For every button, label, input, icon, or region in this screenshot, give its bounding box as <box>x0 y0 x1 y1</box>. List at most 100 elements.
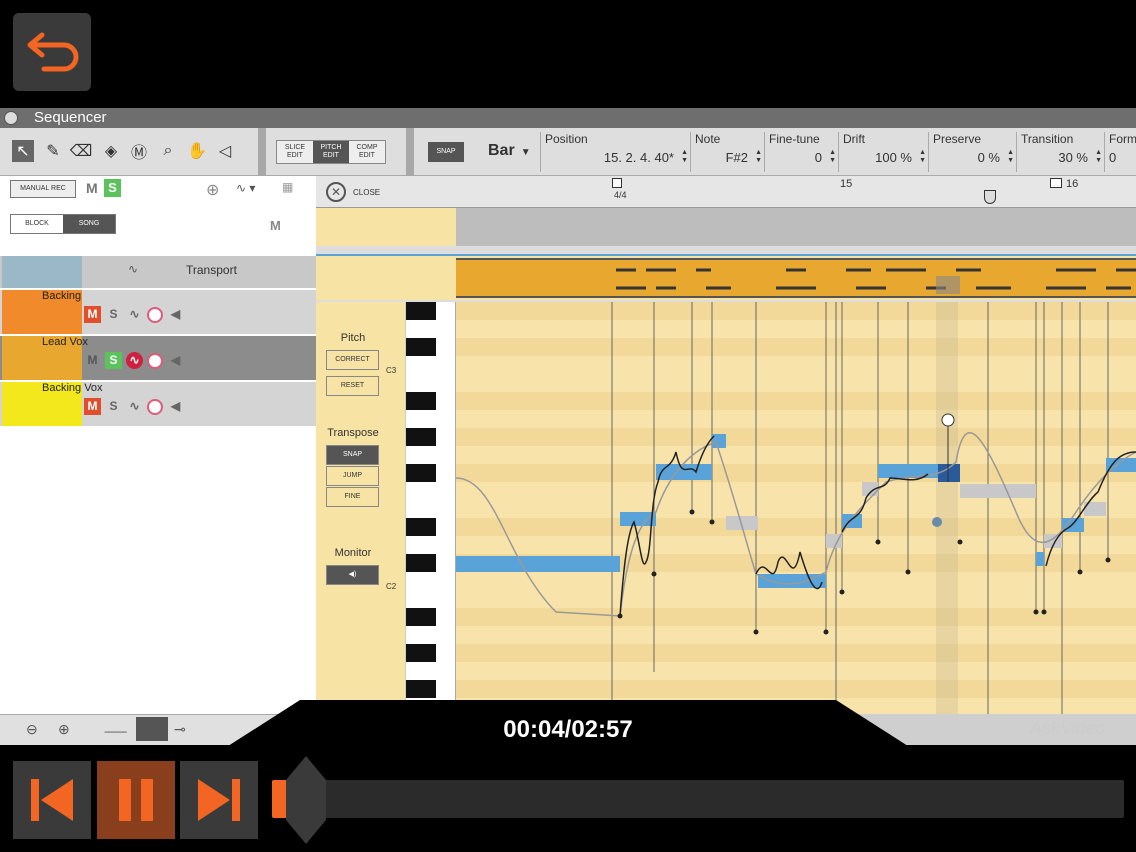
master-mute-button[interactable]: M <box>86 180 98 196</box>
skip-forward-button[interactable] <box>180 761 258 839</box>
track-row[interactable]: Lead Vox M S ∿ ◀ <box>0 336 316 380</box>
black-key[interactable] <box>406 392 436 410</box>
progress-bar[interactable] <box>272 780 1124 818</box>
speaker-icon[interactable]: ◀ <box>167 398 184 415</box>
black-key[interactable] <box>406 428 436 446</box>
mute-icon[interactable]: M <box>270 218 281 233</box>
param-label: Position <box>545 132 588 146</box>
waveform-overview-graphic <box>616 268 1136 294</box>
mute-tool-icon[interactable]: Ⓜ <box>128 140 150 162</box>
track-row[interactable]: Backing M S ∿ ◀ <box>0 290 316 334</box>
black-key[interactable] <box>406 518 436 536</box>
pencil-tool-icon[interactable]: ✎ <box>42 140 64 162</box>
transport-track[interactable]: ∿ Transport <box>0 256 316 288</box>
back-button[interactable] <box>13 13 91 91</box>
fine-button[interactable]: FINE <box>326 487 379 507</box>
note-param[interactable]: Note F#2 ▲ ▼ <box>690 132 764 172</box>
piano-keyboard[interactable] <box>406 302 456 714</box>
monitor-speaker-icon[interactable]: ◀) <box>326 565 379 585</box>
slice-edit-button[interactable]: SLICE EDIT <box>277 141 313 163</box>
waveform-large-icon[interactable]: ⊸ <box>174 721 186 738</box>
playhead-icon[interactable] <box>984 190 996 204</box>
black-key[interactable] <box>406 608 436 626</box>
correct-button[interactable]: CORRECT <box>326 350 379 370</box>
fine-tune-param[interactable]: Fine-tune 0 ▲ ▼ <box>764 132 838 172</box>
magnify-tool-icon[interactable]: ⌕ <box>157 140 179 162</box>
speaker-icon[interactable]: ◀ <box>167 352 184 369</box>
track-controls: M S ∿ ◀ <box>84 306 184 323</box>
arrow-tool-icon[interactable]: ↖ <box>12 140 34 162</box>
eraser-tool-icon[interactable]: ⌫ <box>70 140 93 162</box>
solo-button[interactable]: S <box>105 306 122 323</box>
pitch-edit-icon[interactable]: ∿ <box>126 352 143 369</box>
spinner-icon[interactable]: ▲ ▼ <box>681 149 688 165</box>
spinner-icon[interactable]: ▲ ▼ <box>1095 149 1102 165</box>
jump-button[interactable]: JUMP <box>326 466 379 486</box>
solo-button[interactable]: S <box>105 398 122 415</box>
black-key[interactable] <box>406 302 436 320</box>
reset-button[interactable]: RESET <box>326 376 379 396</box>
zoom-in-icon[interactable]: ⊕ <box>58 721 70 738</box>
pitch-grid[interactable] <box>456 302 1136 714</box>
record-arm-icon[interactable] <box>147 352 163 369</box>
close-label: CLOSE <box>353 188 381 197</box>
automation-icon[interactable]: ∿ ▾ <box>236 181 255 195</box>
hand-tool-icon[interactable]: ✋ <box>186 140 208 162</box>
black-key[interactable] <box>406 680 436 698</box>
transition-param[interactable]: Transition 30 % ▲ ▼ <box>1016 132 1104 172</box>
param-value: 30 % ▲ ▼ <box>1021 149 1104 165</box>
grid-icon[interactable]: ▦ <box>282 180 293 194</box>
pitch-edit-button[interactable]: PITCH EDIT <box>313 141 349 163</box>
block-button[interactable]: BLOCK <box>11 215 63 233</box>
mute-button[interactable]: M <box>84 398 101 415</box>
fine-tune-value: 0 <box>814 150 822 165</box>
black-key[interactable] <box>406 554 436 572</box>
window-minimize-icon[interactable] <box>4 111 18 125</box>
zoom-out-icon[interactable]: ⊖ <box>26 721 38 738</box>
mute-button[interactable]: M <box>84 352 101 369</box>
comp-edit-button[interactable]: COMP EDIT <box>349 141 385 163</box>
formant-param[interactable]: Form 0 <box>1104 132 1136 172</box>
track-name: Backing <box>42 290 82 302</box>
skip-back-button[interactable] <box>13 761 91 839</box>
speaker-icon[interactable]: ◀ <box>167 306 184 323</box>
razor-tool-icon[interactable]: ◈ <box>100 140 122 162</box>
track-name: Backing Vox <box>42 382 103 394</box>
record-arm-icon[interactable] <box>147 306 163 323</box>
close-icon[interactable]: ✕ <box>326 182 346 202</box>
manual-rec-button[interactable]: MANUAL REC <box>10 180 76 198</box>
watermark-logo: AskVideo <box>1030 718 1106 738</box>
drift-param[interactable]: Drift 100 % ▲ ▼ <box>838 132 928 172</box>
snap-button[interactable]: SNAP <box>428 142 464 162</box>
toolbar-divider <box>406 128 414 176</box>
spinner-icon[interactable]: ▲ ▼ <box>829 149 836 165</box>
black-key[interactable] <box>406 338 436 356</box>
editor-ruler: ✕ CLOSE 4/4 15 16 <box>316 176 1136 208</box>
spinner-icon[interactable]: ▲ ▼ <box>1007 149 1014 165</box>
automation-icon[interactable]: ∿ <box>126 306 143 323</box>
solo-button[interactable]: S <box>105 352 122 369</box>
spinner-icon[interactable]: ▲ ▼ <box>919 149 926 165</box>
spinner-icon[interactable]: ▲ ▼ <box>755 149 762 165</box>
snap-value-select[interactable]: Bar ▼ <box>488 142 531 160</box>
pause-button[interactable] <box>97 761 175 839</box>
record-arm-icon[interactable] <box>147 398 163 415</box>
master-solo-button[interactable]: S <box>104 179 121 197</box>
track-row[interactable]: Backing Vox M S ∿ ◀ <box>0 382 316 426</box>
left-locator-icon[interactable] <box>612 178 622 188</box>
pitch-label: Pitch <box>340 332 366 344</box>
black-key[interactable] <box>406 644 436 662</box>
mute-button[interactable]: M <box>84 306 101 323</box>
right-locator-icon[interactable] <box>1050 178 1062 188</box>
waveform-small-icon[interactable]: ⸺ <box>104 721 127 741</box>
black-key[interactable] <box>406 464 436 482</box>
song-button[interactable]: SONG <box>63 215 115 233</box>
waveform-medium-icon[interactable] <box>136 717 168 741</box>
speaker-tool-icon[interactable]: ◁ <box>214 140 236 162</box>
position-param[interactable]: Position 15. 2. 4. 40* ▲ ▼ <box>540 132 690 172</box>
snap-transpose-button[interactable]: SNAP <box>326 445 379 465</box>
preserve-param[interactable]: Preserve 0 % ▲ ▼ <box>928 132 1016 172</box>
automation-icon[interactable]: ∿ <box>126 398 143 415</box>
add-track-icon[interactable]: ⊕ <box>206 180 219 200</box>
scrubber-thumb[interactable] <box>286 756 326 844</box>
